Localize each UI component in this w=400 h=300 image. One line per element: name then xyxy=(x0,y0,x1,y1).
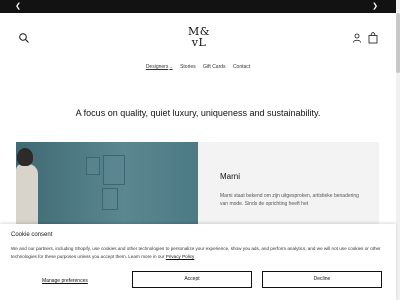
chevron-right-icon[interactable]: ❯ xyxy=(368,0,382,13)
chevron-left-icon[interactable]: ❮ xyxy=(11,0,25,13)
feature-title: Marni xyxy=(220,172,241,181)
nav-item-label: Designers xyxy=(145,64,169,70)
feature-text-panel: Marni Marni staat bekend om zijn uitgesp… xyxy=(198,142,379,232)
privacy-policy-link[interactable]: Privacy Policy xyxy=(166,254,195,259)
cookie-body: We and our partners, including Shopify, … xyxy=(11,246,381,259)
shopping-bag-icon[interactable] xyxy=(368,32,378,44)
manage-preferences-link[interactable]: Manage preferences xyxy=(42,277,88,285)
announcement-bar: ❮ ❯ xyxy=(0,0,400,13)
designer-feature: Marni Marni staat bekend om zijn uitgesp… xyxy=(16,142,379,232)
cookie-title: Cookie consent xyxy=(11,232,53,238)
logo[interactable]: M& vL xyxy=(186,26,212,48)
logo-line-2: vL xyxy=(191,36,207,49)
feature-image xyxy=(16,142,198,232)
search-icon[interactable] xyxy=(18,32,30,44)
nav-item-stories[interactable]: Stories xyxy=(180,62,196,72)
nav-item-contact[interactable]: Contact xyxy=(233,62,250,72)
user-icon[interactable] xyxy=(352,33,362,43)
accept-button[interactable]: Accept xyxy=(132,271,252,288)
nav-item-gift-cards[interactable]: Gift Cards xyxy=(203,62,226,72)
scrollbar-thumb[interactable] xyxy=(396,13,400,73)
nav-item-designers[interactable]: Designers⌄ xyxy=(146,62,173,72)
cookie-consent-banner: Cookie consent We and our partners, incl… xyxy=(0,224,396,300)
cookie-text: We and our partners, including Shopify, … xyxy=(11,245,391,261)
chevron-down-icon: ⌄ xyxy=(169,64,173,69)
scrollbar[interactable] xyxy=(396,0,400,300)
main-nav: Designers⌄ Stories Gift Cards Contact xyxy=(0,62,396,72)
tagline: A focus on quality, quiet luxury, unique… xyxy=(75,108,321,118)
feature-description: Marni staat bekend om zijn uitgesproken,… xyxy=(220,193,359,207)
site-header: M& vL xyxy=(0,13,396,63)
decline-button[interactable]: Decline xyxy=(262,271,382,288)
